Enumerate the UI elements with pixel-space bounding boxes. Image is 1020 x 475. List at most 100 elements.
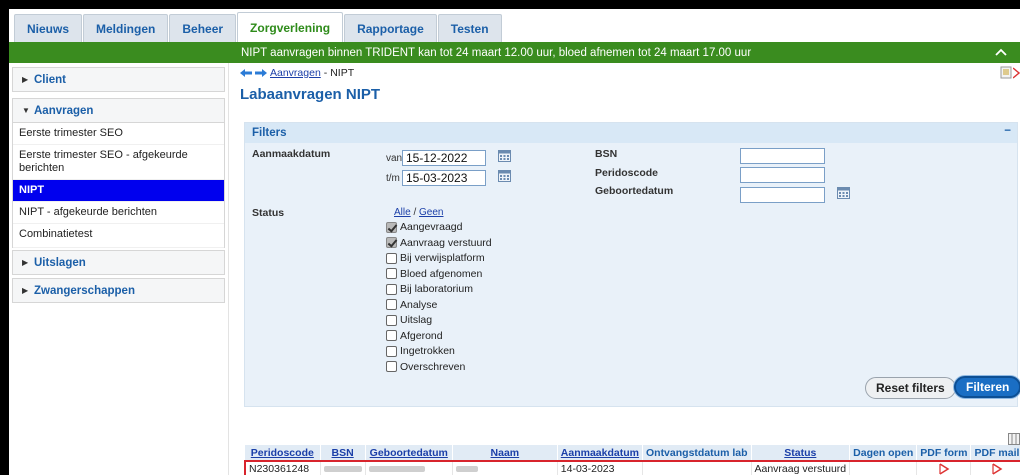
status-option[interactable]: Bij verwijsplatform <box>386 252 485 264</box>
sidebar: ▶ Client ▼ Aanvragen Eerste trimester SE… <box>9 63 229 475</box>
date-from-field[interactable]: 15-12-2022 <box>402 150 486 166</box>
status-option[interactable]: Overschreven <box>386 361 465 373</box>
breadcrumb-link-aanvragen[interactable]: Aanvragen <box>270 67 321 79</box>
document-icon[interactable] <box>1000 66 1012 79</box>
cell-pdf-mail[interactable] <box>970 460 1020 475</box>
filters-header[interactable]: Filters − <box>245 123 1017 143</box>
cell-dagen-open <box>849 460 918 475</box>
sidebar-item-eerste-trimester-seo-afgekeurd[interactable]: Eerste trimester SEO - afgekeurde berich… <box>13 145 224 180</box>
sidebar-item-eerste-trimester-seo[interactable]: Eerste trimester SEO <box>13 123 224 145</box>
cell-status: Aanvraag verstuurd <box>751 460 851 475</box>
sidebar-section-uitslagen[interactable]: ▶ Uitslagen <box>12 250 225 275</box>
column-peridoscode[interactable]: Peridoscode <box>245 445 321 461</box>
status-option[interactable]: Bij laboratorium <box>386 283 473 295</box>
table-header-row: Peridoscode BSN Geboortedatum Naam Aanma… <box>245 445 1020 461</box>
tab-rapportage[interactable]: Rapportage <box>344 14 437 42</box>
status-label: Status <box>252 207 285 219</box>
status-option[interactable]: Aanvraag verstuurd <box>386 237 492 249</box>
status-option-label: Analyse <box>400 298 438 311</box>
sidebar-item-combinatietest[interactable]: Combinatietest <box>13 224 224 248</box>
status-option-label: Bij verwijsplatform <box>400 252 485 264</box>
tab-nieuws[interactable]: Nieuws <box>14 14 83 42</box>
status-option-label: Uitslag <box>400 314 433 326</box>
filters-panel: Filters − Aanmaakdatum van 15-12-2022 t/… <box>244 122 1020 407</box>
tab-zorgverlening[interactable]: Zorgverlening <box>237 12 344 42</box>
cell-aanmaakdatum: 14-03-2023 <box>557 460 643 475</box>
status-checkbox[interactable] <box>386 221 397 233</box>
bsn-field[interactable] <box>740 148 825 164</box>
status-checkbox[interactable] <box>386 330 397 341</box>
sidebar-section-label: Client <box>34 73 66 86</box>
triangle-down-icon: ▼ <box>22 106 30 115</box>
main-content: Aanvragen - NIPT Labaanvragen NIPT Filte… <box>236 63 1020 475</box>
status-checkbox[interactable] <box>386 314 397 326</box>
tab-beheer[interactable]: Beheer <box>169 14 237 42</box>
calendar-icon[interactable] <box>837 187 850 199</box>
column-ontvangstdatum-lab: Ontvangstdatum lab <box>642 445 752 461</box>
filters-title: Filters <box>252 127 287 139</box>
forward-arrow-icon[interactable] <box>255 68 267 78</box>
select-none-link[interactable]: Geen <box>419 207 443 218</box>
status-checkbox[interactable] <box>386 361 397 372</box>
geboortedatum-label: Geboortedatum <box>595 185 674 197</box>
results-table: Peridoscode BSN Geboortedatum Naam Aanma… <box>243 445 1020 475</box>
column-bsn[interactable]: BSN <box>320 445 366 461</box>
geboortedatum-field[interactable] <box>740 187 825 203</box>
sidebar-section-zwangerschappen[interactable]: ▶ Zwangerschappen <box>12 278 225 303</box>
bsn-label: BSN <box>595 148 618 160</box>
pdf-icon[interactable] <box>938 463 950 475</box>
page-title: Labaanvragen NIPT <box>240 86 381 103</box>
status-option[interactable]: Aangevraagd <box>386 221 462 233</box>
column-pdf-mail: PDF mail <box>970 445 1020 461</box>
status-option[interactable]: Uitslag <box>386 314 432 326</box>
reset-filters-button[interactable]: Reset filters <box>865 377 956 399</box>
pdf-icon[interactable] <box>1013 66 1020 79</box>
chevron-up-icon[interactable] <box>992 43 1010 61</box>
select-all-link[interactable]: Alle <box>394 207 411 218</box>
sidebar-section-client[interactable]: ▶ Client <box>12 67 225 92</box>
column-naam[interactable]: Naam <box>452 445 558 461</box>
status-checkbox[interactable] <box>386 299 397 310</box>
column-geboortedatum[interactable]: Geboortedatum <box>365 445 453 461</box>
back-arrow-icon[interactable] <box>240 68 252 78</box>
cell-pdf-form[interactable] <box>916 460 972 475</box>
status-checkbox[interactable] <box>386 283 397 295</box>
status-option-label: Afgerond <box>400 329 443 342</box>
peridoscode-field[interactable] <box>740 167 825 183</box>
tm-label: t/m <box>386 173 400 184</box>
calendar-icon[interactable] <box>498 170 511 182</box>
calendar-icon[interactable] <box>498 150 511 162</box>
cell-peridoscode: N230361248 <box>243 460 321 475</box>
collapse-icon[interactable]: − <box>1004 125 1011 137</box>
sidebar-item-nipt-afgekeurd[interactable]: NIPT - afgekeurde berichten <box>13 202 224 224</box>
status-checkbox[interactable] <box>386 345 397 357</box>
tab-meldingen[interactable]: Meldingen <box>83 14 169 42</box>
columns-icon[interactable] <box>1008 433 1020 445</box>
sidebar-section-label: Uitslagen <box>34 256 86 269</box>
link-separator: / <box>410 207 420 218</box>
sidebar-item-nipt[interactable]: NIPT <box>13 180 224 202</box>
filter-button[interactable]: Filteren <box>954 376 1020 398</box>
announcement-banner: NIPT aanvragen binnen TRIDENT kan tot 24… <box>9 42 1020 63</box>
column-status[interactable]: Status <box>751 445 851 461</box>
status-checkbox[interactable] <box>386 237 397 248</box>
sidebar-section-aanvragen[interactable]: ▼ Aanvragen <box>12 98 225 123</box>
status-option-label: Overschreven <box>400 360 466 373</box>
status-checkbox[interactable] <box>386 252 397 264</box>
column-aanmaakdatum[interactable]: Aanmaakdatum <box>557 445 643 461</box>
status-option[interactable]: Analyse <box>386 299 437 311</box>
banner-text: NIPT aanvragen binnen TRIDENT kan tot 24… <box>241 46 752 59</box>
breadcrumb: Aanvragen - NIPT <box>240 67 354 79</box>
peridoscode-label: Peridoscode <box>595 167 659 179</box>
status-option[interactable]: Bloed afgenomen <box>386 268 482 280</box>
date-to-field[interactable]: 15-03-2023 <box>402 170 486 186</box>
column-pdf-form: PDF form <box>916 445 972 461</box>
tab-testen[interactable]: Testen <box>437 14 502 42</box>
status-option[interactable]: Afgerond <box>386 330 443 342</box>
status-option[interactable]: Ingetrokken <box>386 345 455 357</box>
aanmaakdatum-label: Aanmaakdatum <box>252 148 331 160</box>
status-option-label: Bij laboratorium <box>400 283 473 295</box>
pdf-icon[interactable] <box>991 463 1003 475</box>
status-checkbox[interactable] <box>386 268 397 279</box>
table-row[interactable]: N230361248 14-03-2023 Aanvraag verstuurd <box>243 460 1020 475</box>
